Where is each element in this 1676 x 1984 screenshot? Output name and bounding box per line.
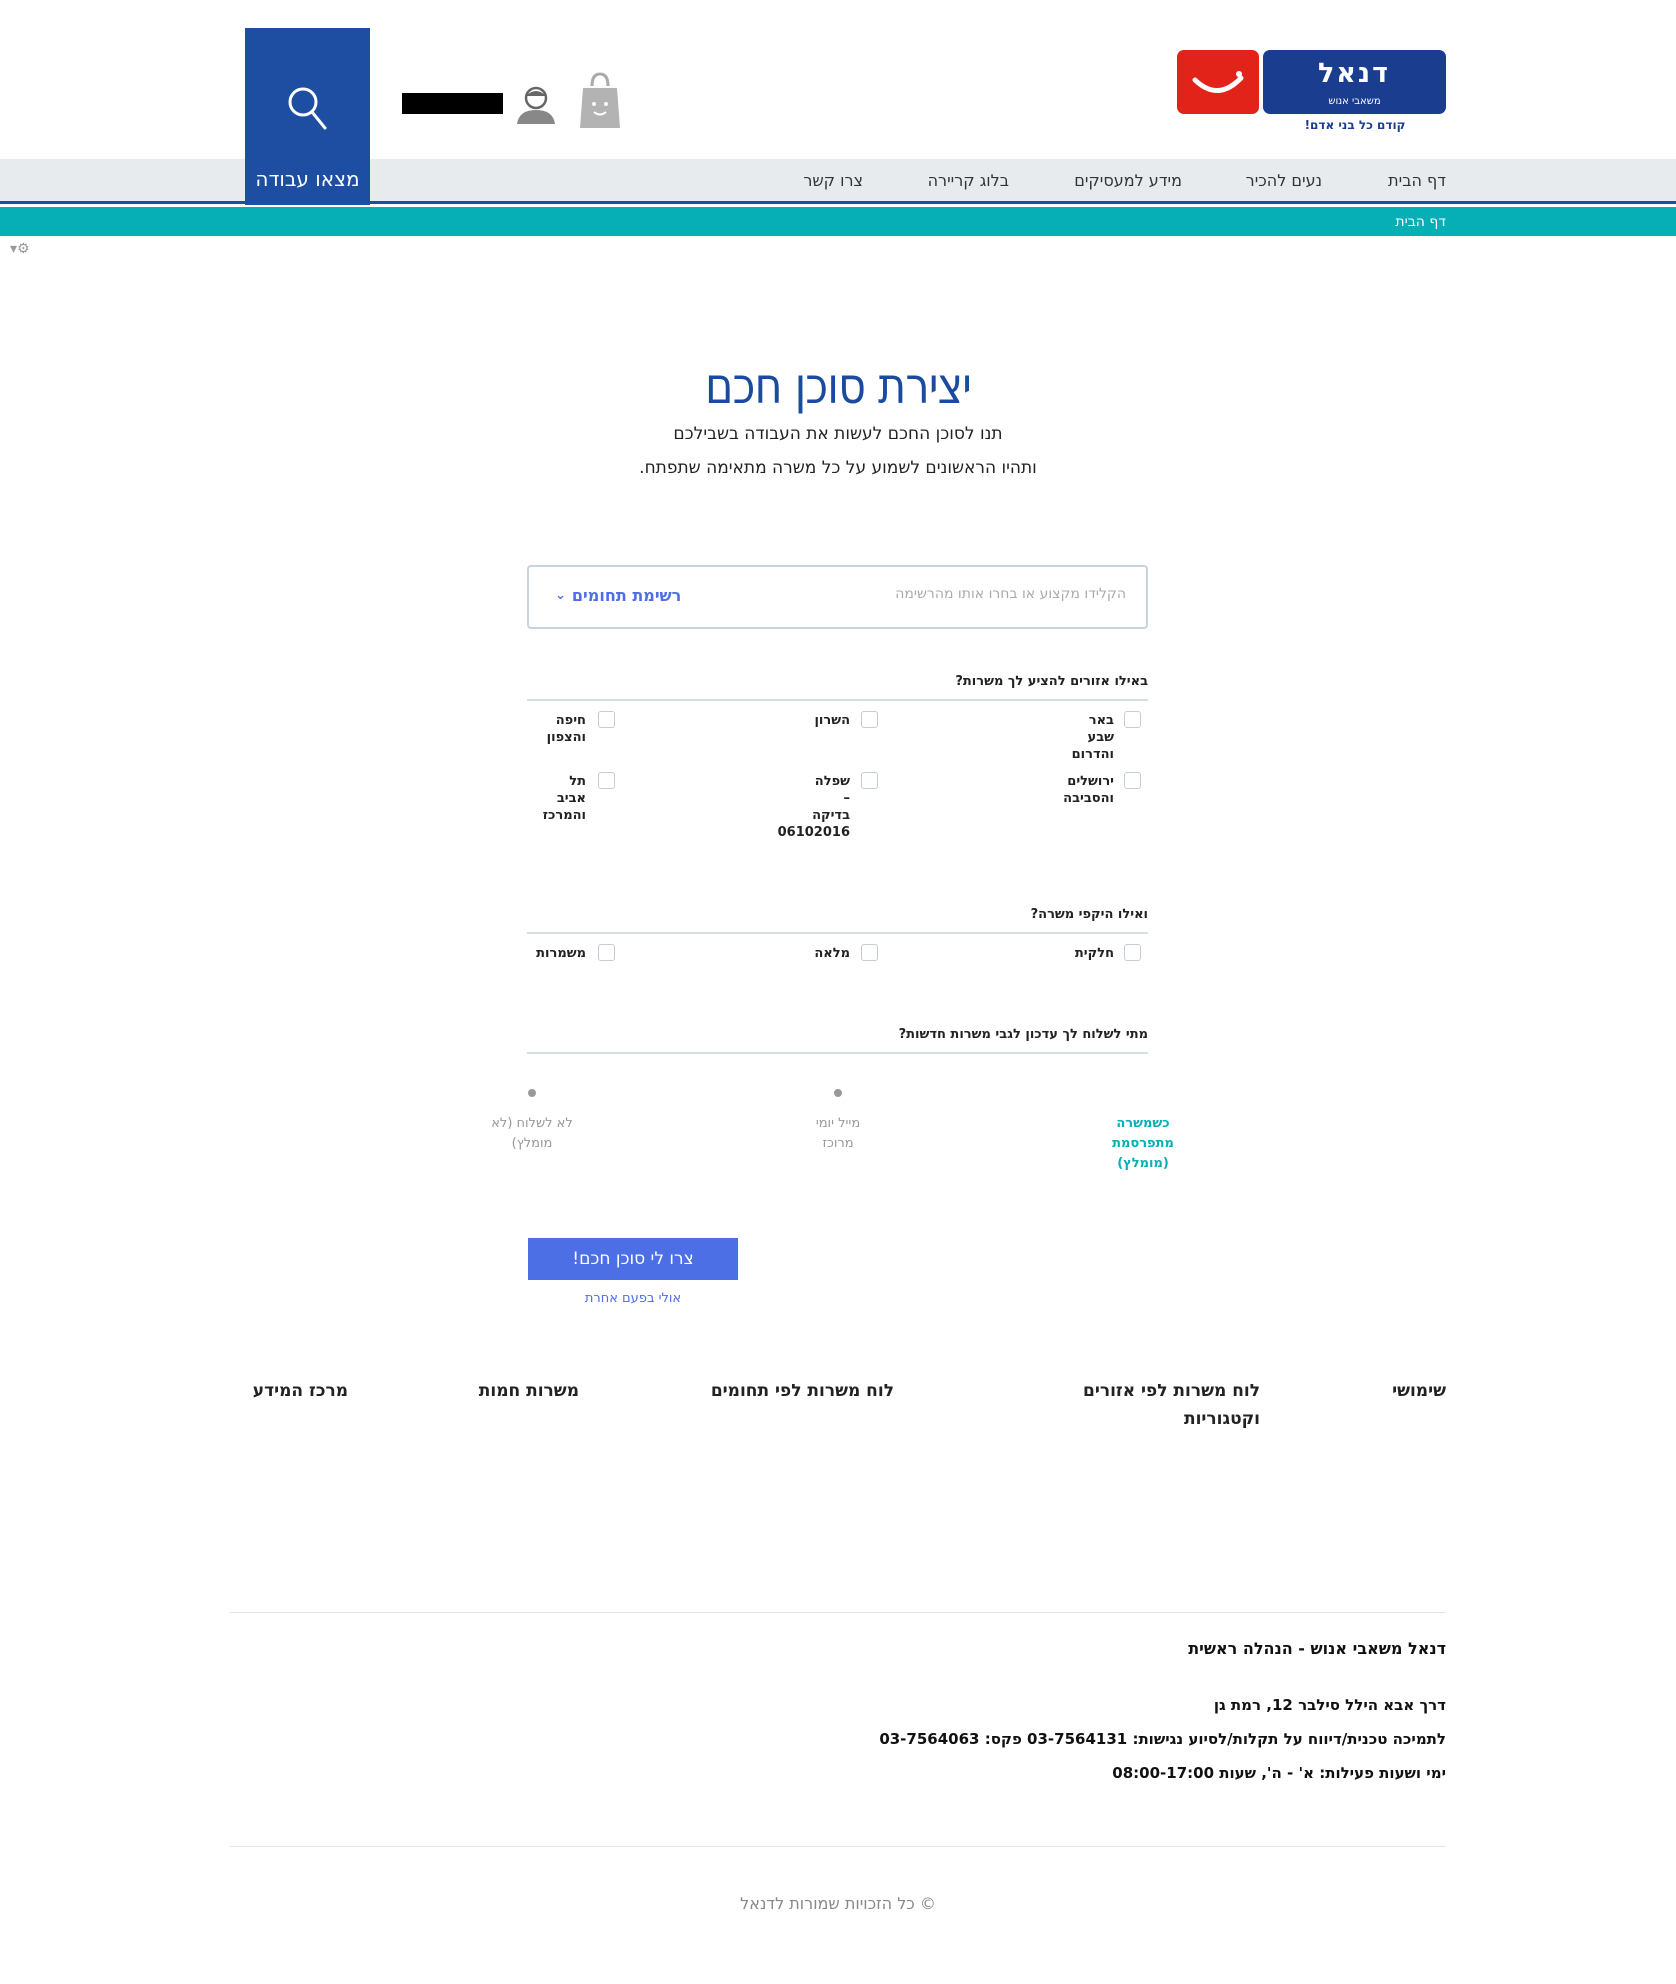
nav-item-about[interactable]: נעים להכיר [1246,171,1322,190]
footer-hours: ימי ושעות פעילות: א' - ה', שעות 08:00-17… [1112,1764,1446,1782]
find-job-label: מצאו עבודה [255,167,360,191]
footer-link-jobs-by-field[interactable]: לוח משרות לפי תחומים [711,1377,894,1405]
nav-item-career-blog[interactable]: בלוג קריירה [928,171,1009,190]
region-label-jerusalem: ירושלים והסביבה [1063,774,1114,806]
footer-link-hot-jobs[interactable]: משרות חמות [479,1377,579,1405]
logo-blue-block: דנאל משאבי אנוש [1263,50,1446,114]
logo-subtitle: משאבי אנוש [1328,96,1381,107]
scope-label-shifts: משמרות [536,946,586,961]
regions-question: באילו אזורים להציע לך משרות? [955,674,1148,689]
search-icon [288,87,327,130]
scope-question: ואילו היקפי משרה? [1030,907,1148,922]
update-option-never[interactable]: לא לשלוח (לא מומלץ) [462,1114,602,1154]
region-checkbox-north[interactable] [598,711,615,728]
scope-checkbox-full[interactable] [861,944,878,961]
update-radio-never[interactable] [528,1089,536,1097]
region-label-shfela: שפלה – בדיקה 06102016 [777,774,850,840]
footer-copyright: © כל הזכויות שמורות לדנאל [740,1894,936,1913]
find-job-button[interactable]: מצאו עבודה [245,28,370,205]
region-label-sharon: השרון [814,713,850,728]
footer-divider-bottom [230,1846,1446,1847]
footer-address: דרך אבא הילל סילבר 12, רמת גן [1213,1696,1446,1714]
maybe-later-link[interactable]: אולי בפעם אחרת [528,1291,738,1306]
region-label-north: חיפה והצפון [546,713,586,745]
region-checkbox-sharon[interactable] [861,711,878,728]
field-list-toggle[interactable]: רשימת תחומים ⌄ [555,586,681,605]
breadcrumb-home[interactable]: דף הבית [1395,214,1446,230]
smile-logo-icon [1177,50,1259,114]
shopping-bag-icon[interactable] [580,72,620,134]
region-label-south: באר שבע והדרום [1071,713,1114,762]
user-name-redacted [402,93,503,114]
breadcrumb-bar: דף הבית [0,207,1676,236]
scope-divider [527,932,1148,934]
scope-checkbox-shifts[interactable] [598,944,615,961]
user-avatar-icon[interactable] [515,84,557,128]
regions-divider [527,699,1148,701]
page-subtitle-line2: ותהיו הראשונים לשמוע על כל משרה מתאימה ש… [639,458,1037,478]
update-radio-daily[interactable] [834,1089,842,1097]
create-agent-button[interactable]: צרו לי סוכן חכם! [528,1238,738,1280]
profession-input-placeholder[interactable]: הקלידו מקצוע או בחרו אותו מהרשימה [895,586,1126,602]
region-checkbox-south[interactable] [1124,711,1141,728]
footer-link-info-center[interactable]: מרכז המידע [253,1377,348,1405]
scope-label-partial: חלקית [1074,946,1114,961]
update-divider [527,1052,1148,1054]
update-question: מתי לשלוח לך עדכון לגבי משרות חדשות? [898,1027,1148,1042]
logo-tagline: קודם כל בני אדם! [1304,118,1406,132]
danel-logo[interactable]: דנאל משאבי אנוש קודם כל בני אדם! [1177,50,1446,132]
field-list-label: רשימת תחומים [571,586,682,605]
region-label-tel-aviv: תל אביב והמרכז [542,774,586,823]
scope-label-full: מלאה [814,946,850,961]
page-subtitle-line1: תנו לסוכן החכם לעשות את העבודה בשבילכם [673,424,1003,444]
nav-item-contact[interactable]: צרו קשר [803,171,863,190]
footer-divider-top [230,1612,1446,1613]
footer-support-phone: לתמיכה טכנית/דיווח על תקלות/לסיוע נגישות… [879,1730,1446,1748]
chevron-down-icon: ⌄ [555,588,566,603]
region-checkbox-shfela[interactable] [861,772,878,789]
update-option-daily[interactable]: מייל יומי מרוכז [783,1114,893,1154]
update-option-immediate[interactable]: כשמשרה מתפרסמת (מומלץ) [1088,1114,1198,1174]
scope-checkbox-partial[interactable] [1124,944,1141,961]
profession-field[interactable]: הקלידו מקצוע או בחרו אותו מהרשימה רשימת … [527,565,1148,629]
page-title: יצירת סוכן חכם [704,357,972,415]
logo-wordmark: דנאל [1317,58,1391,89]
region-checkbox-tel-aviv[interactable] [598,772,615,789]
footer-link-jobs-by-region[interactable]: לוח משרות לפי אזורים וקטגוריות [1083,1377,1260,1433]
footer-link-useful[interactable]: שימושי [1392,1377,1446,1405]
region-checkbox-jerusalem[interactable] [1124,772,1141,789]
gear-icon[interactable]: ⚙▾ [10,241,30,257]
nav-item-employers[interactable]: מידע למעסיקים [1074,171,1182,190]
nav-item-home[interactable]: דף הבית [1388,171,1446,190]
footer-company-name: דנאל משאבי אנוש - הנהלה ראשית [1188,1639,1446,1658]
